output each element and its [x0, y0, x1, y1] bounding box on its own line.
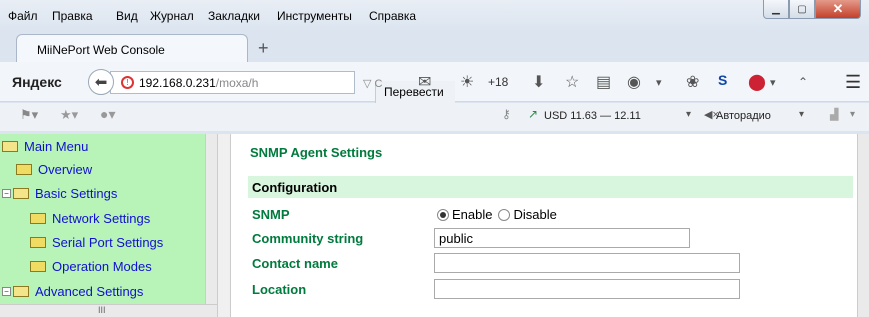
chat-dropdown-icon[interactable]: ▾	[656, 76, 662, 89]
close-icon[interactable]: ✕	[815, 0, 861, 19]
sidebar-item-main-menu[interactable]: Main Menu	[2, 139, 88, 154]
site-warning-icon[interactable]: !	[121, 76, 134, 89]
enable-label: Enable	[452, 207, 493, 222]
chevron-up-icon[interactable]: ⌃	[798, 75, 808, 89]
new-tab-button[interactable]: +	[258, 38, 269, 59]
bookmarks-overflow-icon[interactable]: ▾	[850, 109, 855, 120]
sidebar-item-label: Serial Port Settings	[52, 235, 164, 250]
location-label: Location	[252, 282, 307, 297]
bookmark-star-icon[interactable]: ☆	[565, 72, 579, 92]
contact-name-label: Contact name	[252, 256, 338, 271]
frame-divider[interactable]	[217, 134, 231, 317]
menu-hamburger-icon[interactable]: ☰	[845, 72, 861, 93]
navigation-bar: Яндекс ! 192.168.0.231/moxa/h Перевести …	[0, 62, 869, 103]
sidebar-item-label: Basic Settings	[35, 186, 118, 201]
section-header: Configuration	[248, 176, 853, 198]
maximize-icon[interactable]: ▢	[789, 0, 815, 19]
menu-edit[interactable]: Правка	[52, 9, 93, 23]
minimize-icon[interactable]: ▁	[763, 0, 789, 19]
menu-file[interactable]: Файл	[8, 9, 38, 23]
folder-icon	[30, 237, 46, 248]
url-path: /moxa/h	[215, 76, 259, 90]
snmp-radio-group: Enable Disable	[437, 207, 557, 222]
location-input[interactable]	[434, 279, 740, 299]
url-text[interactable]: 192.168.0.231/moxa/h	[139, 76, 258, 90]
radio-station[interactable]: Авторадио	[716, 110, 771, 122]
page-content: Main Menu Overview − Basic Settings Netwo…	[0, 134, 869, 317]
sidebar-item-network-settings[interactable]: Network Settings	[30, 211, 150, 226]
menu-bookmarks[interactable]: Закладки	[208, 9, 260, 23]
community-string-input[interactable]	[434, 228, 690, 248]
extension-icon[interactable]: ❀	[686, 72, 699, 92]
bookmarks-toolbar-icon[interactable]: ⚑▾	[20, 107, 38, 123]
menu-history[interactable]: Журнал	[150, 9, 194, 23]
adblock-dropdown-icon[interactable]: ▾	[770, 76, 776, 89]
currency-dropdown-icon[interactable]: ▾	[686, 109, 691, 120]
s-extension-icon[interactable]: S	[718, 72, 727, 88]
mail-icon[interactable]: ✉	[418, 72, 431, 92]
signal-icon[interactable]: ▟	[830, 108, 838, 121]
bookmarks-bar: ⚑▾ ★▾ ●▾ ⚷ ↗ USD 11.63 — 12.11 ▾ ◀× Авто…	[0, 103, 869, 131]
url-bar[interactable]: ! 192.168.0.231/moxa/h Перевести	[110, 71, 455, 103]
reading-list-icon[interactable]: ▤	[596, 72, 611, 92]
folder-open-icon	[2, 141, 18, 152]
folder-icon	[30, 213, 46, 224]
sidebar-item-label: Overview	[38, 162, 93, 177]
weather-icon[interactable]: ☀	[460, 72, 474, 92]
favorites-icon[interactable]: ★▾	[60, 107, 78, 123]
contact-name-input[interactable]	[434, 253, 740, 273]
reload-icon[interactable]: ▽ C	[363, 77, 382, 90]
collapse-icon[interactable]: −	[2, 287, 11, 296]
adblock-icon[interactable]: ⬤	[748, 72, 766, 92]
sidebar-menu: Main Menu Overview − Basic Settings Netwo…	[0, 134, 217, 317]
tab-strip: MiiNePort Web Console +	[0, 30, 869, 64]
sidebar-item-operation-modes[interactable]: Operation Modes	[30, 259, 152, 274]
download-icon[interactable]: ⬇	[532, 72, 545, 92]
menu-help[interactable]: Справка	[369, 9, 416, 23]
community-string-label: Community string	[252, 231, 364, 246]
browser-tab[interactable]: MiiNePort Web Console	[16, 34, 248, 64]
folder-icon	[30, 261, 46, 272]
disable-radio[interactable]	[498, 208, 511, 221]
yandex-logo: Яндекс	[12, 74, 62, 90]
folder-open-icon	[13, 286, 29, 297]
menu-bar: Файл Правка Вид Журнал Закладки Инструме…	[0, 0, 869, 30]
folder-icon	[16, 164, 32, 175]
menu-tools[interactable]: Инструменты	[277, 9, 352, 23]
sidebar-item-basic-settings[interactable]: − Basic Settings	[2, 186, 117, 201]
sidebar-horizontal-scrollbar[interactable]: III	[0, 304, 217, 317]
sidebar-item-overview[interactable]: Overview	[16, 162, 92, 177]
tab-title: MiiNePort Web Console	[37, 43, 165, 57]
collapse-icon[interactable]: −	[2, 189, 11, 198]
page-title: SNMP Agent Settings	[250, 145, 383, 160]
key-icon[interactable]: ⚷	[502, 107, 511, 121]
folder-open-icon	[13, 188, 29, 199]
back-icon[interactable]: ⬅	[88, 69, 114, 95]
currency-rate[interactable]: USD 11.63 — 12.11	[544, 110, 641, 122]
snmp-label: SNMP	[252, 207, 290, 222]
radio-dropdown-icon[interactable]: ▾	[799, 109, 804, 120]
translate-button[interactable]: Перевести	[375, 81, 455, 103]
enable-radio[interactable]	[437, 208, 449, 221]
disable-label: Disable	[513, 207, 557, 222]
window-controls: ▁ ▢ ✕	[763, 0, 861, 20]
scroll-grip-icon: III	[98, 305, 106, 315]
sidebar-item-advanced-settings[interactable]: − Advanced Settings	[2, 284, 143, 299]
currency-chart-icon[interactable]: ↗	[528, 107, 538, 121]
chat-icon[interactable]: ◉	[627, 72, 641, 92]
menu-view[interactable]: Вид	[116, 9, 138, 23]
sidebar-item-label: Network Settings	[52, 211, 151, 226]
main-frame: SNMP Agent Settings Configuration SNMP E…	[231, 134, 857, 317]
url-host: 192.168.0.231	[139, 76, 216, 90]
sidebar-item-label: Main Menu	[24, 139, 89, 154]
sidebar-item-serial-port-settings[interactable]: Serial Port Settings	[30, 235, 163, 250]
sidebar-item-label: Operation Modes	[52, 259, 152, 274]
weather-temp: +18	[488, 75, 509, 89]
main-vertical-scrollbar[interactable]	[857, 134, 869, 317]
sidebar-vertical-scrollbar[interactable]	[205, 134, 217, 304]
sidebar-item-label: Advanced Settings	[35, 284, 144, 299]
chat-bubble-icon[interactable]: ●▾	[100, 106, 115, 123]
